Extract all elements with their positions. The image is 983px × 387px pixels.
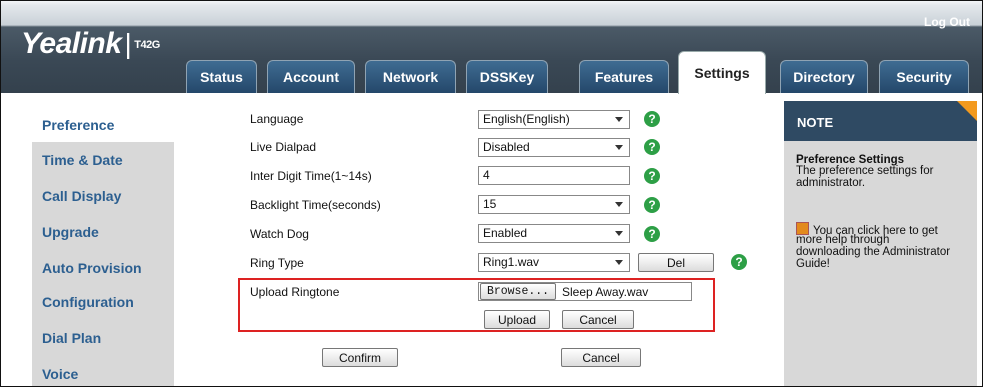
chevron-down-icon [615,202,623,207]
language-label: Language [250,112,304,126]
note-title: NOTE [797,115,834,130]
watch-dog-value: Enabled [483,226,528,240]
browse-button[interactable]: Browse... [480,283,556,300]
note-help-line-4: Guide! [796,258,830,270]
upload-cancel-button[interactable]: Cancel [562,310,634,329]
note-header: NOTE [784,101,977,141]
live-dialpad-label: Live Dialpad [250,140,317,154]
tab-account[interactable]: Account [267,60,355,93]
selected-file-name: Sleep Away.wav [562,285,649,299]
language-value: English(English) [483,112,570,126]
backlight-value: 15 [483,197,497,211]
cancel-button[interactable]: Cancel [561,348,641,367]
backlight-select[interactable]: 15 [478,195,630,214]
sidebar-item-upgrade[interactable]: Upgrade [42,224,99,240]
sidebar: Preference Time & Date Call Display Upgr… [32,102,174,386]
sidebar-item-call-display[interactable]: Call Display [42,188,121,204]
logout-link[interactable]: Log Out [924,15,970,29]
note-corner-icon [957,101,977,121]
help-icon[interactable]: ? [644,111,660,127]
watch-dog-label: Watch Dog [250,227,309,241]
help-icon[interactable]: ? [644,197,660,213]
upload-ringtone-label: Upload Ringtone [250,285,340,299]
help-icon[interactable]: ? [644,139,660,155]
help-icon[interactable]: ? [731,254,747,270]
chevron-down-icon [615,260,623,265]
chevron-down-icon [615,231,623,236]
sidebar-item-dial-plan[interactable]: Dial Plan [42,330,101,346]
note-help-line-3: downloading the Administrator [796,246,951,258]
logo-model: T42G [134,39,160,52]
confirm-button[interactable]: Confirm [322,348,398,367]
sidebar-item-preference[interactable]: Preference [42,117,114,133]
logo-separator: | [124,28,132,59]
upload-button[interactable]: Upload [484,310,550,329]
tab-settings[interactable]: Settings [678,51,766,94]
note-line-1: The preference settings for [796,165,934,177]
note-line-2: administrator. [796,177,866,189]
logo-brand: Yealink [21,27,122,60]
note-panel: NOTE Preference Settings The preference … [784,101,977,386]
header-bar: Log Out Yealink | T42G Status Account Netw… [1,1,982,94]
tab-network[interactable]: Network [365,60,456,93]
delete-ringtone-button[interactable]: Del [638,253,714,272]
sidebar-item-configuration[interactable]: Configuration [42,294,134,310]
tab-security[interactable]: Security [879,60,969,93]
help-icon[interactable]: ? [644,226,660,242]
help-icon[interactable]: ? [644,168,660,184]
inter-digit-label: Inter Digit Time(1~14s) [250,169,372,183]
chevron-down-icon [615,117,623,122]
tab-features[interactable]: Features [579,60,669,93]
live-dialpad-value: Disabled [483,140,530,154]
live-dialpad-select[interactable]: Disabled [478,138,630,157]
language-select[interactable]: English(English) [478,110,630,129]
ring-type-label: Ring Type [250,256,304,270]
ring-type-select[interactable]: Ring1.wav [478,253,630,272]
ring-type-value: Ring1.wav [483,255,540,269]
tab-dsskey[interactable]: DSSKey [466,60,548,93]
backlight-label: Backlight Time(seconds) [250,198,381,212]
yealink-logo: Yealink | T42G [21,27,160,61]
note-help-line-2: more help through [796,234,890,246]
tab-directory[interactable]: Directory [780,60,868,93]
sidebar-item-auto-provision[interactable]: Auto Provision [42,260,142,276]
watch-dog-select[interactable]: Enabled [478,224,630,243]
tab-status[interactable]: Status [186,60,257,93]
sidebar-item-time-date[interactable]: Time & Date [42,152,123,168]
chevron-down-icon [615,145,623,150]
sidebar-item-voice[interactable]: Voice [42,366,78,382]
inter-digit-input[interactable]: 4 [478,166,630,185]
